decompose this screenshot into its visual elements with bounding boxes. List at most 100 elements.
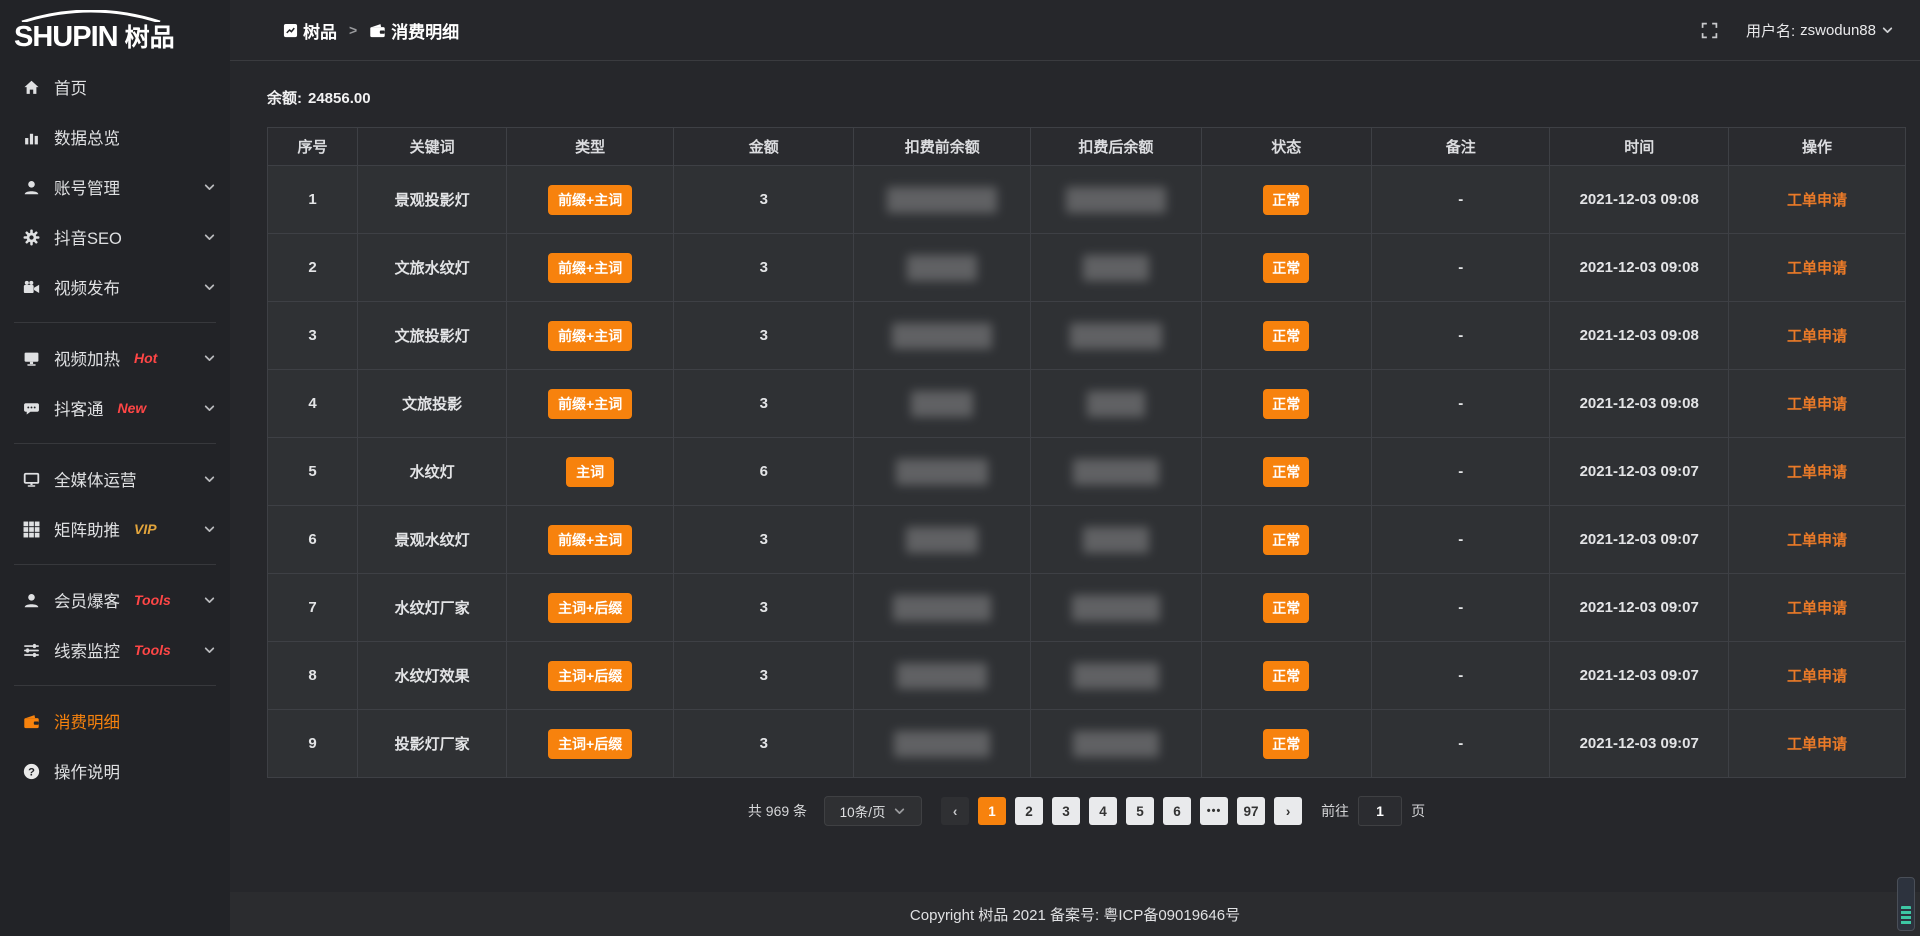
status-badge: 正常 — [1263, 321, 1309, 351]
blurred-balance-before — [894, 731, 990, 757]
pagination: 共 969 条 10条/页 ‹ 123456•••97 › 前往 页 — [267, 796, 1906, 826]
sidebar-item-label: 线索监控 — [54, 638, 120, 662]
row-keyword: 水纹灯 — [410, 464, 455, 481]
sidebar-item-account-management[interactable]: 账号管理 — [0, 162, 230, 212]
row-index: 3 — [308, 327, 316, 344]
sidebar-item-label: 首页 — [54, 75, 87, 99]
type-badge: 前缀+主词 — [548, 525, 632, 555]
type-badge: 前缀+主词 — [548, 389, 632, 419]
work-order-link[interactable]: 工单申请 — [1787, 260, 1847, 277]
work-order-link[interactable]: 工单申请 — [1787, 328, 1847, 345]
row-time: 2021-12-03 09:08 — [1580, 191, 1699, 208]
sidebar-item-label: 全媒体运营 — [54, 467, 137, 491]
sidebar-divider — [14, 443, 216, 444]
sidebar-divider — [14, 685, 216, 686]
work-order-link[interactable]: 工单申请 — [1787, 532, 1847, 549]
goto-page-input[interactable] — [1358, 796, 1402, 826]
sidebar-item-operation-guide[interactable]: ?操作说明 — [0, 746, 230, 796]
chevron-down-icon — [203, 281, 216, 294]
sidebar-item-label: 视频加热 — [54, 346, 120, 370]
blurred-balance-after — [1087, 391, 1145, 417]
home-icon — [22, 78, 40, 96]
balance: 余额:24856.00 — [267, 87, 1906, 108]
row-index: 6 — [308, 531, 316, 548]
sidebar-item-consumption-details[interactable]: 消费明细 — [0, 696, 230, 746]
sidebar-item-home[interactable]: 首页 — [0, 62, 230, 112]
page-button-2[interactable]: 2 — [1015, 797, 1043, 825]
column-header: 状态 — [1201, 128, 1371, 166]
row-remark: - — [1458, 259, 1463, 276]
prev-page-button[interactable]: ‹ — [941, 797, 969, 825]
page-button-4[interactable]: 4 — [1089, 797, 1117, 825]
chevron-down-icon — [203, 473, 216, 486]
floating-widget[interactable] — [1897, 877, 1915, 931]
blurred-balance-after — [1070, 323, 1162, 349]
row-index: 1 — [308, 191, 316, 208]
sidebar-item-video-heating[interactable]: 视频加热Hot — [0, 333, 230, 383]
work-order-link[interactable]: 工单申请 — [1787, 192, 1847, 209]
more-pages-button[interactable]: ••• — [1200, 797, 1228, 825]
table-row: 4文旅投影前缀+主词3正常-2021-12-03 09:08工单申请 — [268, 370, 1906, 438]
sidebar-divider — [14, 322, 216, 323]
work-order-link[interactable]: 工单申请 — [1787, 396, 1847, 413]
page-button-6[interactable]: 6 — [1163, 797, 1191, 825]
row-time: 2021-12-03 09:07 — [1580, 599, 1699, 616]
sidebar-item-douketong[interactable]: 抖客通New — [0, 383, 230, 433]
row-amount: 3 — [760, 191, 768, 208]
widget-stripes-icon — [1901, 906, 1911, 926]
question-icon: ? — [22, 762, 40, 780]
page-button-1[interactable]: 1 — [978, 797, 1006, 825]
row-time: 2021-12-03 09:08 — [1580, 327, 1699, 344]
row-remark: - — [1458, 735, 1463, 752]
next-page-button[interactable]: › — [1274, 797, 1302, 825]
goto-suffix: 页 — [1411, 801, 1425, 821]
table-header-row: 序号关键词类型金额扣费前余额扣费后余额状态备注时间操作 — [268, 128, 1906, 166]
table-row: 8水纹灯效果主词+后缀3正常-2021-12-03 09:07工单申请 — [268, 642, 1906, 710]
work-order-link[interactable]: 工单申请 — [1787, 464, 1847, 481]
blurred-balance-before — [896, 459, 988, 485]
work-order-link[interactable]: 工单申请 — [1787, 668, 1847, 685]
type-badge: 前缀+主词 — [548, 185, 632, 215]
topbar-right: 用户名: zswodun88 — [1701, 20, 1894, 41]
status-badge: 正常 — [1263, 661, 1309, 691]
sidebar-item-all-media-operation[interactable]: 全媒体运营 — [0, 454, 230, 504]
breadcrumb-item-current[interactable]: 消费明细 — [369, 18, 459, 43]
row-time: 2021-12-03 09:07 — [1580, 463, 1699, 480]
work-order-link[interactable]: 工单申请 — [1787, 736, 1847, 753]
breadcrumb-item-home[interactable]: 树品 — [283, 18, 337, 43]
table-row: 2文旅水纹灯前缀+主词3正常-2021-12-03 09:08工单申请 — [268, 234, 1906, 302]
row-index: 5 — [308, 463, 316, 480]
sidebar-item-data-overview[interactable]: 数据总览 — [0, 112, 230, 162]
sidebar-item-lead-monitoring[interactable]: 线索监控Tools — [0, 625, 230, 675]
page-buttons: 123456 ••• 97 — [978, 797, 1265, 825]
page-size-select[interactable]: 10条/页 — [824, 796, 922, 826]
page-button-5[interactable]: 5 — [1126, 797, 1154, 825]
page-button-3[interactable]: 3 — [1052, 797, 1080, 825]
user-icon — [22, 178, 40, 196]
table-row: 6景观水纹灯前缀+主词3正常-2021-12-03 09:07工单申请 — [268, 506, 1906, 574]
user-dropdown[interactable]: 用户名: zswodun88 — [1746, 20, 1894, 41]
sidebar-item-matrix-boost[interactable]: 矩阵助推VIP — [0, 504, 230, 554]
sidebar-item-label: 数据总览 — [54, 125, 120, 149]
fullscreen-icon[interactable] — [1701, 22, 1718, 39]
sidebar-item-video-publish[interactable]: 视频发布 — [0, 262, 230, 312]
chat-icon — [22, 399, 40, 417]
balance-value: 24856.00 — [308, 90, 371, 107]
footer: Copyright 树品 2021 备案号: 粤ICP备09019646号 — [230, 892, 1920, 936]
column-header: 序号 — [268, 128, 358, 166]
logo-text-en: SHUPIN — [14, 21, 118, 54]
page-button-97[interactable]: 97 — [1237, 797, 1265, 825]
row-remark: - — [1458, 667, 1463, 684]
breadcrumb-label: 树品 — [303, 18, 337, 43]
work-order-link[interactable]: 工单申请 — [1787, 600, 1847, 617]
blurred-balance-after — [1083, 255, 1149, 281]
row-time: 2021-12-03 09:07 — [1580, 735, 1699, 752]
row-amount: 3 — [760, 259, 768, 276]
breadcrumb-separator: > — [349, 22, 357, 38]
column-header: 关键词 — [358, 128, 507, 166]
sidebar-item-member-burst[interactable]: 会员爆客Tools — [0, 575, 230, 625]
sidebar-item-douyin-seo[interactable]: 抖音SEO — [0, 212, 230, 262]
row-keyword: 景观水纹灯 — [395, 532, 470, 549]
sidebar: SHUPIN 树品 首页数据总览账号管理抖音SEO视频发布视频加热Hot抖客通N… — [0, 0, 230, 936]
username-label: 用户名: — [1746, 20, 1795, 41]
